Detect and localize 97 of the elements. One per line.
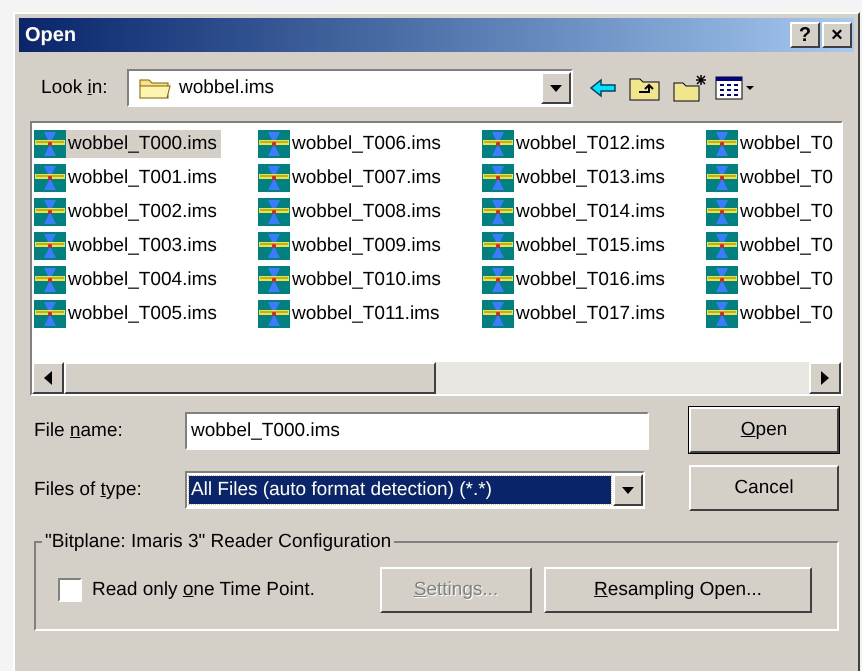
file-name: wobbel_T001.ims [67, 166, 218, 190]
file-name: wobbel_T0 [739, 268, 834, 292]
file-item[interactable]: wobbel_T010.ims [258, 263, 482, 297]
file-name: wobbel_T0 [739, 200, 834, 224]
file-item[interactable]: wobbel_T007.ims [258, 161, 482, 195]
file-item[interactable]: wobbel_T002.ims [34, 195, 258, 229]
file-name: wobbel_T009.ims [291, 234, 442, 258]
file-item[interactable]: wobbel_T0 [706, 229, 841, 263]
scroll-thumb[interactable] [64, 362, 436, 394]
file-item[interactable]: wobbel_T008.ims [258, 195, 482, 229]
image-file-icon [258, 232, 290, 260]
file-item[interactable]: wobbel_T012.ims [482, 127, 706, 161]
file-name: wobbel_T014.ims [515, 200, 666, 224]
image-file-icon [258, 300, 290, 328]
file-item[interactable]: wobbel_T006.ims [258, 127, 482, 161]
file-item[interactable]: wobbel_T001.ims [34, 161, 258, 195]
image-file-icon [706, 164, 738, 192]
window-title: Open [25, 23, 78, 48]
image-file-icon [706, 300, 738, 328]
file-name: wobbel_T013.ims [515, 166, 666, 190]
new-folder-icon[interactable] [673, 73, 707, 103]
look-in-label: Look in: [41, 76, 109, 100]
open-button[interactable]: Open [689, 407, 839, 453]
checkbox-label: Read only one Time Point. [92, 578, 316, 602]
file-name: wobbel_T015.ims [515, 234, 666, 258]
file-name-label: File name: [34, 418, 124, 443]
file-item[interactable]: wobbel_T0 [706, 195, 841, 229]
image-file-icon [34, 198, 66, 226]
file-name: wobbel_T008.ims [291, 200, 442, 224]
image-file-icon [34, 266, 66, 294]
left-arrow-icon [44, 371, 52, 385]
image-file-icon [482, 232, 514, 260]
file-name: wobbel_T0 [739, 166, 834, 190]
image-file-icon [34, 164, 66, 192]
look-in-value: wobbel.ims [179, 76, 276, 100]
file-item[interactable]: wobbel_T0 [706, 127, 841, 161]
file-name: wobbel_T012.ims [515, 132, 666, 156]
file-item[interactable]: wobbel_T014.ims [482, 195, 706, 229]
close-button[interactable]: × [822, 22, 852, 48]
file-name: wobbel_T011.ims [291, 302, 441, 326]
file-item[interactable]: wobbel_T0 [706, 263, 841, 297]
help-button[interactable]: ? [790, 22, 820, 48]
image-file-icon [706, 266, 738, 294]
file-name: wobbel_T004.ims [67, 268, 218, 292]
image-file-icon [258, 164, 290, 192]
file-name: wobbel_T002.ims [67, 200, 218, 224]
file-item[interactable]: wobbel_T0 [706, 161, 841, 195]
file-item[interactable]: wobbel_T015.ims [482, 229, 706, 263]
file-item[interactable]: wobbel_T009.ims [258, 229, 482, 263]
image-file-icon [706, 232, 738, 260]
image-file-icon [258, 266, 290, 294]
file-name: wobbel_T005.ims [67, 302, 218, 326]
file-name: wobbel_T006.ims [291, 132, 442, 156]
file-item[interactable]: wobbel_T011.ims [258, 297, 482, 331]
file-name: wobbel_T003.ims [67, 234, 218, 258]
file-item[interactable]: wobbel_T005.ims [34, 297, 258, 331]
file-name: wobbel_T0 [739, 132, 834, 156]
file-name: wobbel_T007.ims [291, 166, 442, 190]
image-file-icon [482, 198, 514, 226]
checkbox[interactable] [58, 578, 82, 602]
back-arrow-icon[interactable] [589, 78, 617, 98]
file-name: wobbel_T010.ims [291, 268, 442, 292]
image-file-icon [258, 130, 290, 158]
image-file-icon [34, 232, 66, 260]
file-name-field[interactable]: wobbel_T000.ims [185, 412, 649, 450]
horizontal-scrollbar[interactable] [32, 362, 841, 394]
image-file-icon [482, 164, 514, 192]
file-name: wobbel_T0 [739, 302, 834, 326]
file-item[interactable]: wobbel_T0 [706, 297, 841, 331]
file-type-dropdown[interactable]: All Files (auto format detection) (*.*) [185, 471, 645, 509]
file-type-label: Files of type: [34, 478, 143, 502]
file-item[interactable]: wobbel_T000.ims [34, 127, 258, 161]
file-name: wobbel_T017.ims [515, 302, 666, 326]
image-file-icon [706, 198, 738, 226]
scroll-right-button[interactable] [809, 362, 841, 394]
file-name: wobbel_T016.ims [515, 268, 666, 292]
view-menu-icon[interactable] [715, 75, 755, 101]
image-file-icon [34, 300, 66, 328]
image-file-icon [482, 266, 514, 294]
file-name: wobbel_T0 [739, 234, 834, 258]
image-file-icon [482, 130, 514, 158]
right-arrow-icon [821, 371, 829, 385]
resampling-open-button[interactable]: Resampling Open... [544, 567, 812, 613]
file-item[interactable]: wobbel_T016.ims [482, 263, 706, 297]
image-file-icon [482, 300, 514, 328]
file-item[interactable]: wobbel_T003.ims [34, 229, 258, 263]
file-item[interactable]: wobbel_T013.ims [482, 161, 706, 195]
scroll-left-button[interactable] [32, 362, 64, 394]
file-item[interactable]: wobbel_T004.ims [34, 263, 258, 297]
image-file-icon [34, 130, 66, 158]
file-item[interactable]: wobbel_T017.ims [482, 297, 706, 331]
cancel-button[interactable]: Cancel [689, 465, 839, 511]
look-in-dropdown[interactable]: wobbel.ims [127, 69, 573, 107]
image-file-icon [706, 130, 738, 158]
image-file-icon [258, 198, 290, 226]
file-name: wobbel_T000.ims [66, 130, 221, 158]
file-type-value: All Files (auto format detection) (*.*) [189, 476, 611, 504]
